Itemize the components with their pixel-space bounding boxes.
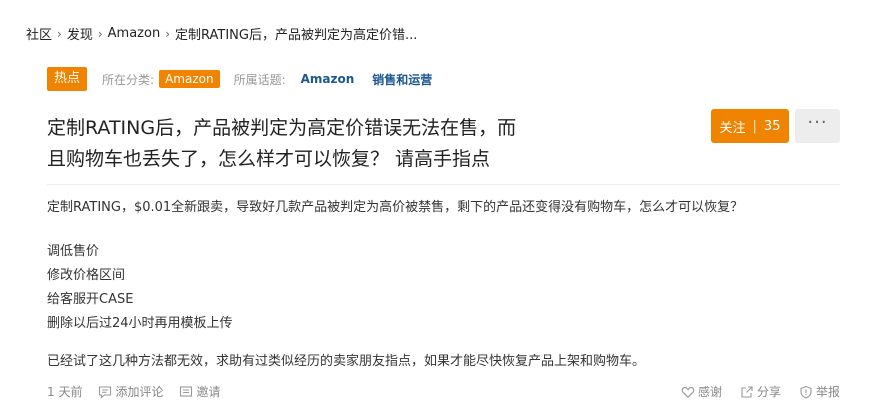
category-label: 所在分类:	[102, 72, 155, 87]
breadcrumb-separator: ›	[57, 26, 62, 41]
hot-badge: 热点	[47, 67, 88, 91]
follow-divider: |	[752, 118, 757, 134]
breadcrumb: 社区 › 发现 › Amazon › 定制RATING后，产品被判定为高定价错.…	[26, 24, 417, 43]
report-label: 举报	[815, 385, 840, 399]
attempt-list: 调低售价 修改价格区间 给客服开CASE 删除以后过24小时再用模板上传	[47, 240, 233, 336]
question-title-line1: 定制RATING后，产品被判定为高定价错误无法在售，而	[47, 117, 517, 139]
topic-label: 所属话题:	[233, 72, 286, 87]
body-paragraph-1: 定制RATING，$0.01全新跟卖，导致好几款产品被判定为高价被禁售，剩下的产…	[47, 200, 744, 215]
heart-icon	[681, 385, 695, 399]
more-button[interactable]: ···	[795, 109, 840, 143]
thanks-label: 感谢	[697, 385, 722, 399]
topic-amazon[interactable]: Amazon	[301, 72, 355, 86]
invite-button[interactable]: 邀请	[179, 383, 220, 400]
invite-icon	[179, 385, 193, 399]
post-time: 1 天前	[47, 385, 83, 399]
invite-label: 邀请	[196, 385, 221, 399]
body-paragraph-2: 已经试了这几种方法都无效，求助有过类似经历的卖家朋友指点，如果才能尽快恢复产品上…	[47, 354, 646, 369]
add-comment-button[interactable]: 添加评论	[98, 383, 163, 400]
breadcrumb-discover[interactable]: 发现	[67, 24, 93, 43]
topic-sales-operations[interactable]: 销售和运营	[372, 71, 432, 88]
share-label: 分享	[756, 385, 781, 399]
question-title: 定制RATING后，产品被判定为高定价错误无法在售，而 且购物车也丢失了，怎么样…	[47, 113, 567, 175]
share-button[interactable]: 分享	[740, 383, 781, 400]
report-button[interactable]: 举报	[799, 383, 840, 400]
category-tag[interactable]: Amazon	[159, 70, 220, 88]
follow-count: 35	[763, 118, 781, 134]
question-meta: 热点 所在分类: Amazon 所属话题: Amazon 销售和运营	[47, 67, 440, 91]
breadcrumb-amazon[interactable]: Amazon	[108, 26, 161, 41]
share-icon	[740, 385, 754, 399]
breadcrumb-current: 定制RATING后，产品被判定为高定价错...	[175, 28, 418, 43]
add-comment-label: 添加评论	[115, 385, 164, 399]
thanks-button[interactable]: 感谢	[681, 383, 722, 400]
divider	[47, 184, 840, 185]
list-item: 调低售价	[47, 244, 100, 259]
more-icon: ···	[807, 112, 828, 133]
shield-icon	[799, 385, 813, 399]
breadcrumb-community[interactable]: 社区	[26, 24, 52, 43]
list-item: 给客服开CASE	[47, 292, 134, 307]
follow-button[interactable]: 关注 | 35	[711, 109, 789, 143]
list-item: 修改价格区间	[47, 268, 126, 283]
list-item: 删除以后过24小时再用模板上传	[47, 316, 233, 331]
breadcrumb-separator: ›	[97, 26, 103, 41]
breadcrumb-separator: ›	[165, 26, 171, 41]
question-title-line2: 且购物车也丢失了，怎么样才可以恢复？ 请高手指点	[47, 148, 491, 170]
follow-label: 关注	[719, 120, 746, 136]
comment-icon	[98, 385, 112, 399]
question-footer: 1 天前 添加评论 邀请 感谢 分享 举报	[47, 381, 840, 401]
